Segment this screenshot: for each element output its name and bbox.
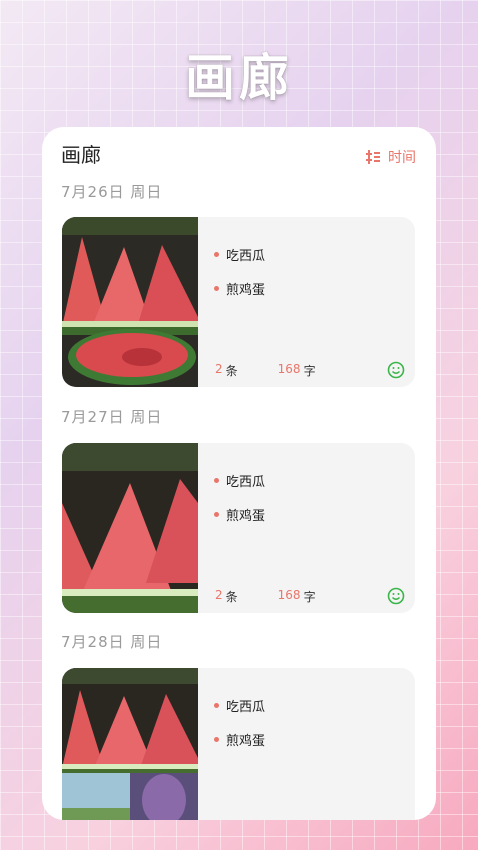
entry-photo — [62, 668, 198, 820]
list-item: 吃西瓜 — [214, 463, 265, 497]
item-label: 吃西瓜 — [226, 248, 266, 264]
bullet-icon — [214, 477, 219, 483]
item-count-unit: 条 — [225, 364, 238, 378]
item-count: 2 — [215, 362, 223, 376]
bullet-icon — [214, 511, 219, 517]
bullet-icon — [214, 251, 219, 257]
list-item: 吃西瓜 — [214, 688, 265, 722]
entry-card[interactable]: 吃西瓜 煎鸡蛋 2 条 168 字 — [62, 217, 415, 387]
entry-photo — [62, 217, 198, 387]
char-count: 168 — [277, 588, 301, 602]
entry-card[interactable]: 吃西瓜 煎鸡蛋 — [62, 668, 415, 820]
entry-date: 7月28日 周日 — [61, 633, 163, 651]
item-label: 煎鸡蛋 — [226, 733, 266, 749]
bullet-icon — [214, 736, 219, 742]
item-label: 煎鸡蛋 — [226, 282, 266, 298]
entry-items: 吃西瓜 煎鸡蛋 — [214, 237, 265, 305]
sort-label: 时间 — [388, 150, 416, 166]
entry-date: 7月27日 周日 — [61, 408, 163, 426]
item-label: 吃西瓜 — [226, 474, 266, 490]
hero-title: 画廊 — [185, 49, 293, 107]
entry-items: 吃西瓜 煎鸡蛋 — [214, 463, 265, 531]
entry-date: 7月26日 周日 — [61, 183, 163, 201]
char-count: 168 — [277, 362, 301, 376]
list-item: 煎鸡蛋 — [214, 497, 265, 531]
sort-icon — [366, 150, 380, 164]
gallery-panel: 画廊 时间 7月26日 周日 吃西瓜 煎鸡蛋 2 条 168 字 7月27日 周… — [42, 127, 436, 820]
entry-card[interactable]: 吃西瓜 煎鸡蛋 2 条 168 字 — [62, 443, 415, 613]
bullet-icon — [214, 285, 219, 291]
sort-by-time-button[interactable]: 时间 — [366, 147, 416, 167]
page-title: 画廊 — [61, 143, 101, 167]
entry-photo — [62, 443, 198, 613]
list-item: 吃西瓜 — [214, 237, 265, 271]
entry-stats: 2 条 168 字 — [215, 588, 316, 605]
char-count-unit: 字 — [303, 364, 316, 378]
item-count-unit: 条 — [225, 590, 238, 604]
list-item: 煎鸡蛋 — [214, 271, 265, 305]
item-count: 2 — [215, 588, 223, 602]
item-label: 吃西瓜 — [226, 699, 266, 715]
smile-icon — [387, 587, 405, 605]
smile-icon — [387, 361, 405, 379]
entry-stats: 2 条 168 字 — [215, 362, 316, 379]
entry-items: 吃西瓜 煎鸡蛋 — [214, 688, 265, 756]
char-count-unit: 字 — [303, 590, 316, 604]
bullet-icon — [214, 702, 219, 708]
header: 画廊 时间 — [61, 135, 416, 171]
item-label: 煎鸡蛋 — [226, 508, 266, 524]
list-item: 煎鸡蛋 — [214, 722, 265, 756]
